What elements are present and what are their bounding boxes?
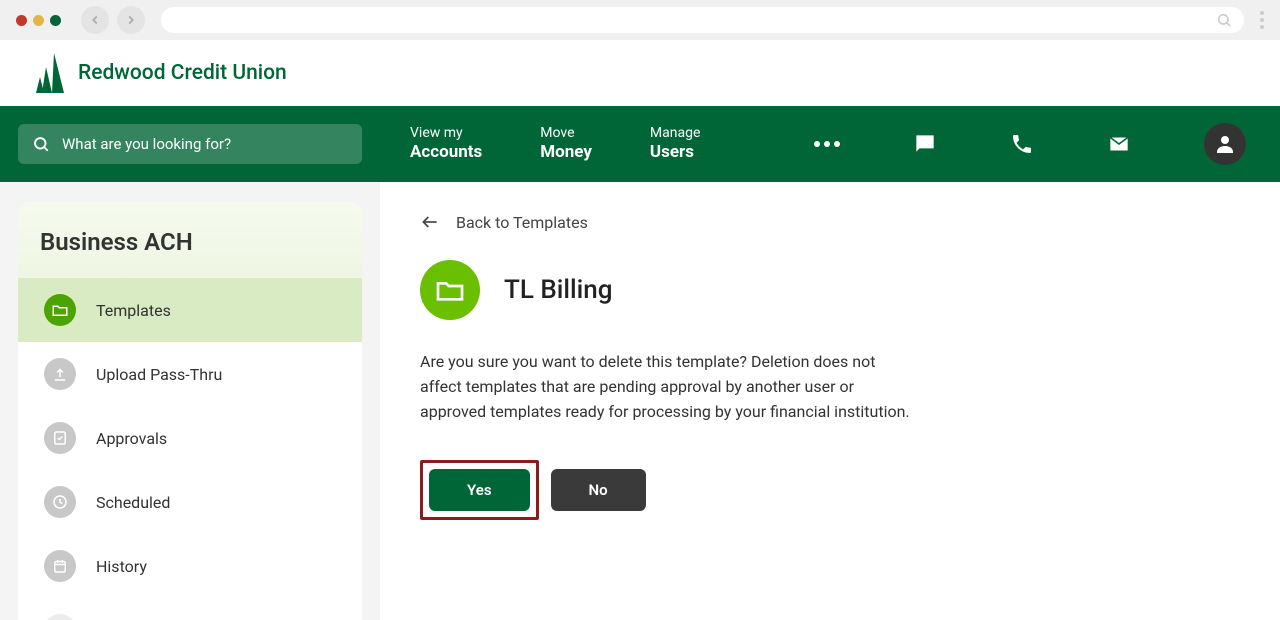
browser-menu-icon[interactable] bbox=[1260, 11, 1264, 29]
sidebar-item-label: History bbox=[96, 557, 147, 576]
sidebar-item-scheduled[interactable]: Scheduled bbox=[18, 470, 362, 534]
clock-icon bbox=[44, 486, 76, 518]
phone-icon[interactable] bbox=[1010, 132, 1034, 156]
mail-icon[interactable] bbox=[1106, 131, 1132, 157]
sidebar-card: Business ACH Templates Upload Pass-Thru … bbox=[18, 202, 362, 620]
nav-users[interactable]: Manage Users bbox=[650, 125, 700, 164]
sidebar-item-recipients[interactable]: Recipients bbox=[18, 598, 362, 620]
site-search[interactable]: What are you looking for? bbox=[18, 124, 362, 164]
template-name: TL Billing bbox=[504, 275, 612, 305]
yes-button-highlight: Yes bbox=[420, 460, 539, 520]
logo-bar: Redwood Credit Union bbox=[0, 40, 1280, 106]
folder-icon bbox=[44, 294, 76, 326]
nav-links: View my Accounts Move Money Manage Users bbox=[410, 125, 700, 164]
browser-back-button[interactable] bbox=[81, 6, 109, 34]
browser-forward-button[interactable] bbox=[117, 6, 145, 34]
sidebar-item-label: Upload Pass-Thru bbox=[96, 365, 222, 384]
nav-utility-icons bbox=[814, 123, 1262, 165]
maximize-window-icon[interactable] bbox=[50, 15, 61, 26]
sidebar: Business ACH Templates Upload Pass-Thru … bbox=[0, 182, 380, 620]
window-controls bbox=[16, 15, 61, 26]
logo-text: Redwood Credit Union bbox=[78, 61, 287, 85]
search-icon bbox=[32, 135, 50, 153]
sidebar-item-label: Approvals bbox=[96, 429, 167, 448]
upload-icon bbox=[44, 358, 76, 390]
nav-money[interactable]: Move Money bbox=[540, 125, 592, 164]
browser-chrome bbox=[0, 0, 1280, 40]
yes-button[interactable]: Yes bbox=[429, 469, 530, 511]
back-link-label: Back to Templates bbox=[456, 213, 588, 232]
chat-icon[interactable] bbox=[912, 131, 938, 157]
address-bar[interactable] bbox=[161, 7, 1244, 33]
no-button[interactable]: No bbox=[551, 469, 646, 511]
sidebar-item-upload[interactable]: Upload Pass-Thru bbox=[18, 342, 362, 406]
arrow-left-icon bbox=[420, 212, 440, 232]
action-buttons: Yes No bbox=[420, 460, 1240, 520]
sidebar-item-label: Scheduled bbox=[96, 493, 170, 512]
user-icon bbox=[44, 614, 76, 620]
primary-nav: What are you looking for? View my Accoun… bbox=[0, 106, 1280, 182]
back-to-templates[interactable]: Back to Templates bbox=[420, 212, 1240, 232]
sidebar-item-history[interactable]: History bbox=[18, 534, 362, 598]
minimize-window-icon[interactable] bbox=[33, 15, 44, 26]
content-pane: Back to Templates TL Billing Are you sur… bbox=[380, 182, 1280, 620]
sidebar-item-templates[interactable]: Templates bbox=[18, 278, 362, 342]
profile-avatar[interactable] bbox=[1204, 123, 1246, 165]
search-icon bbox=[1216, 12, 1232, 28]
nav-accounts[interactable]: View my Accounts bbox=[410, 125, 482, 164]
sidebar-item-label: Templates bbox=[96, 301, 171, 320]
folder-icon bbox=[420, 260, 480, 320]
logo-mark-icon bbox=[36, 51, 66, 95]
brand-logo[interactable]: Redwood Credit Union bbox=[36, 51, 287, 95]
more-icon[interactable] bbox=[814, 141, 840, 147]
confirmation-text: Are you sure you want to delete this tem… bbox=[420, 350, 920, 424]
sidebar-title: Business ACH bbox=[18, 202, 362, 278]
sidebar-item-approvals[interactable]: Approvals bbox=[18, 406, 362, 470]
main-area: Business ACH Templates Upload Pass-Thru … bbox=[0, 182, 1280, 620]
calendar-icon bbox=[44, 550, 76, 582]
close-window-icon[interactable] bbox=[16, 15, 27, 26]
search-placeholder: What are you looking for? bbox=[62, 135, 231, 153]
check-badge-icon bbox=[44, 422, 76, 454]
template-header: TL Billing bbox=[420, 260, 1240, 320]
